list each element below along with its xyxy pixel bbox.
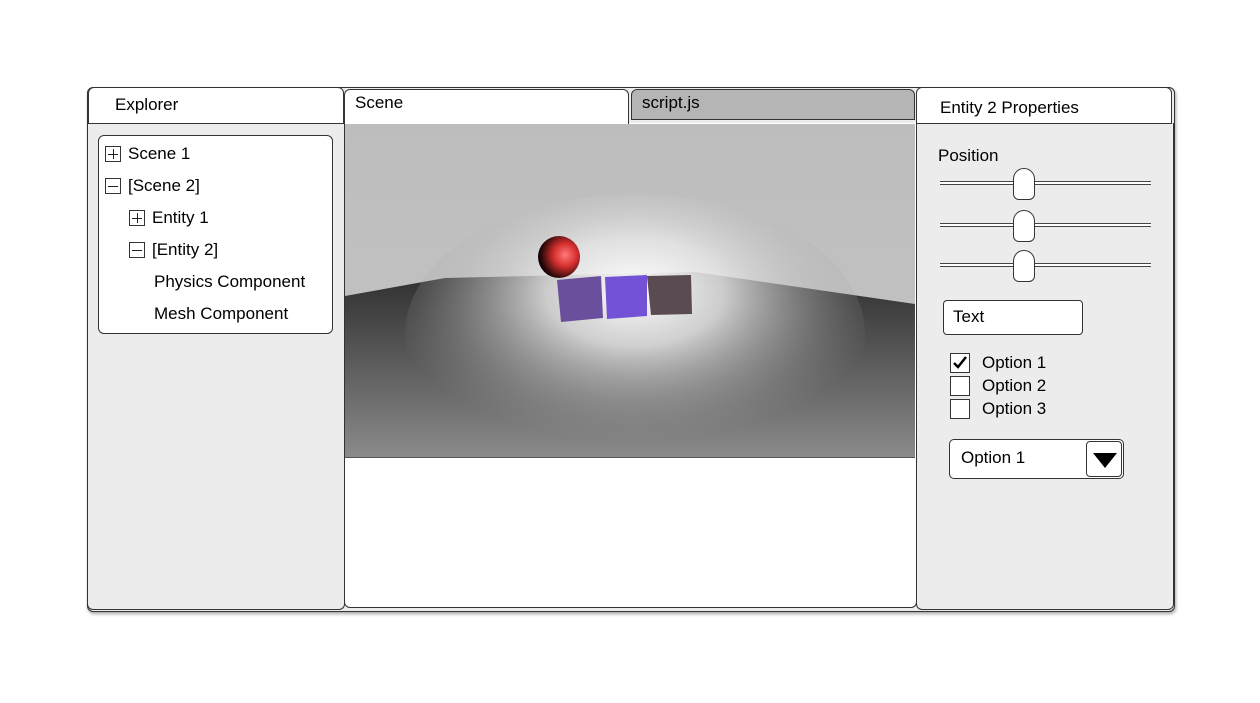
cube-middle — [605, 275, 647, 319]
position-y-slider[interactable] — [940, 210, 1151, 242]
checkmark-icon — [953, 356, 967, 369]
slider-thumb[interactable] — [1013, 210, 1036, 242]
checkbox[interactable] — [950, 399, 970, 419]
tree-item-label: Mesh Component — [154, 304, 289, 323]
sphere — [538, 236, 580, 278]
tree-item-scene-2[interactable]: [Scene 2] — [105, 174, 200, 198]
tree-item-entity-2[interactable]: [Entity 2] — [129, 238, 218, 262]
tree-item-label: [Scene 2] — [128, 176, 200, 195]
slider-track — [940, 181, 1151, 185]
slider-thumb[interactable] — [1013, 168, 1036, 200]
scene-tree: Scene 1 [Scene 2] Entity 1 [Entity 2] Ph… — [98, 135, 333, 334]
tree-item-physics-component[interactable]: Physics Component — [154, 270, 305, 294]
select-value: Option 1 — [961, 448, 1026, 467]
slider-track — [940, 263, 1151, 267]
slider-track — [940, 223, 1151, 227]
tree-item-label: Scene 1 — [128, 144, 191, 163]
collapse-minus-icon[interactable] — [105, 178, 121, 194]
properties-header: Entity 2 Properties — [916, 87, 1172, 124]
checkbox[interactable] — [950, 353, 970, 373]
slider-thumb[interactable] — [1013, 250, 1036, 282]
expand-plus-icon[interactable] — [105, 146, 121, 162]
cube-right — [647, 275, 692, 315]
tree-item-label: [Entity 2] — [152, 240, 219, 259]
tab-label: Scene — [355, 93, 404, 112]
explorer-header: Explorer — [88, 87, 344, 124]
option-3-checkbox-row[interactable]: Option 3 — [950, 398, 1046, 420]
checkbox-label: Option 1 — [982, 353, 1047, 372]
checkbox-label: Option 2 — [982, 376, 1047, 395]
tab-scene[interactable]: Scene — [344, 89, 629, 124]
tree-item-scene-1[interactable]: Scene 1 — [105, 142, 190, 166]
tree-item-label: Physics Component — [154, 272, 306, 291]
scene-viewport[interactable] — [345, 124, 915, 458]
text-field[interactable]: Text — [943, 300, 1083, 335]
properties-title: Entity 2 Properties — [940, 98, 1079, 117]
position-z-slider[interactable] — [940, 250, 1151, 282]
cube-left — [557, 276, 603, 322]
tree-item-mesh-component[interactable]: Mesh Component — [154, 302, 288, 326]
scene-render — [345, 124, 915, 457]
collapse-minus-icon[interactable] — [129, 242, 145, 258]
dropdown-arrow-icon[interactable] — [1086, 441, 1122, 477]
position-x-slider[interactable] — [940, 168, 1151, 200]
explorer-title: Explorer — [115, 95, 179, 114]
tree-item-entity-1[interactable]: Entity 1 — [129, 206, 209, 230]
tab-label: script.js — [642, 93, 700, 112]
option-1-checkbox-row[interactable]: Option 1 — [950, 352, 1046, 374]
tree-item-label: Entity 1 — [152, 208, 209, 227]
option-2-checkbox-row[interactable]: Option 2 — [950, 375, 1046, 397]
option-select[interactable]: Option 1 — [949, 439, 1124, 479]
checkbox[interactable] — [950, 376, 970, 396]
position-label: Position — [938, 146, 999, 165]
expand-plus-icon[interactable] — [129, 210, 145, 226]
checkbox-label: Option 3 — [982, 399, 1047, 418]
tab-script-js[interactable]: script.js — [631, 89, 915, 120]
